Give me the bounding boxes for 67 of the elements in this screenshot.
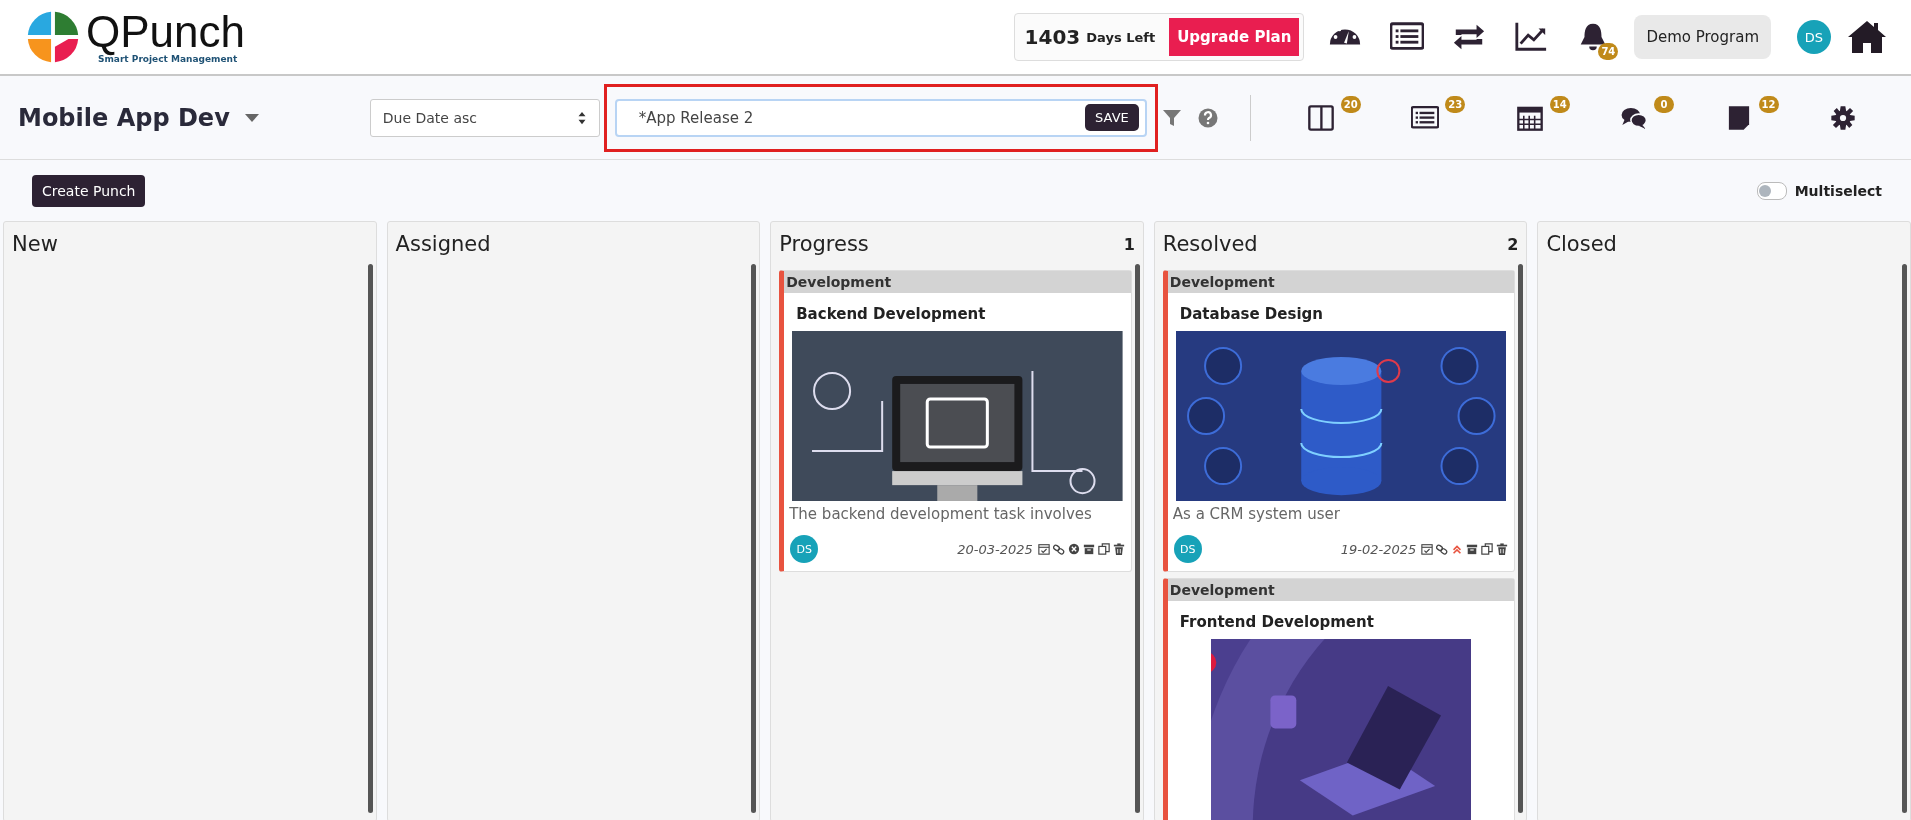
sort-select[interactable]: Due Date asc [369, 98, 600, 137]
trash-icon[interactable] [1112, 543, 1125, 555]
days-count: 1403 [1024, 24, 1081, 51]
assignee-avatar: DS [790, 535, 819, 563]
notification-badge: 74 [1598, 43, 1619, 60]
project-title: Mobile App Dev [18, 103, 230, 132]
days-label: Days Left [1086, 29, 1156, 45]
column-title: Resolved [1162, 232, 1258, 256]
card-description: As a CRM system user [1171, 504, 1341, 523]
scrollbar[interactable] [1134, 264, 1140, 813]
link-icon[interactable] [1052, 543, 1065, 555]
column-title: Assigned [395, 232, 491, 256]
program-button[interactable]: Demo Program [1634, 15, 1771, 59]
column-title: New [12, 232, 58, 256]
card-title: Frontend Development [1178, 612, 1375, 633]
count-badge: 23 [1445, 95, 1466, 113]
category-label: Development [1167, 271, 1515, 293]
copy-icon[interactable] [1097, 543, 1110, 555]
up-down-arrows-icon [576, 110, 587, 125]
home-icon[interactable] [1847, 19, 1887, 55]
logo-name: QPunch [86, 10, 245, 54]
punch-card[interactable]: Development Frontend Development [1162, 578, 1516, 820]
copy-icon[interactable] [1481, 543, 1494, 555]
caret-icon[interactable] [243, 112, 260, 123]
multiselect-toggle[interactable] [1756, 181, 1787, 200]
create-punch-button[interactable]: Create Punch [32, 174, 146, 207]
archive-icon[interactable] [1082, 543, 1095, 555]
settings-icon[interactable] [1828, 103, 1857, 132]
x-circle-icon[interactable] [1067, 543, 1080, 555]
list-icon[interactable] [1411, 103, 1440, 132]
double-chevron-up-icon[interactable] [1451, 543, 1464, 555]
scrollbar[interactable] [1901, 264, 1907, 813]
logo-tagline: Smart Project Management [98, 54, 238, 64]
category-label: Development [784, 271, 1131, 293]
scrollbar[interactable] [1518, 264, 1524, 813]
due-date: 20-03-2025 [957, 541, 1033, 557]
save-button[interactable]: SAVE [1085, 104, 1139, 131]
count-badge: 0 [1654, 95, 1675, 113]
multiselect-label: Multiselect [1794, 182, 1882, 199]
card-count: 1 [1123, 234, 1135, 254]
count-badge: 12 [1758, 95, 1779, 113]
card-count: 2 [1507, 234, 1519, 254]
card-title: Backend Development [795, 304, 987, 325]
scrollbar[interactable] [367, 264, 373, 813]
column-title: Closed [1546, 232, 1617, 256]
punch-card[interactable]: Development Database Design As a CRM system user DS 19-02-2025 [1162, 270, 1516, 572]
archive-icon[interactable] [1466, 543, 1479, 555]
trash-icon[interactable] [1496, 543, 1509, 555]
assignee-avatar: DS [1173, 535, 1202, 563]
due-date: 19-02-2025 [1340, 541, 1417, 557]
punch-card[interactable]: Development Backend Development The backend development task involves DS 20-03-2025 [779, 270, 1132, 572]
card-description: The backend development task involves [788, 504, 1093, 523]
count-badge: 20 [1340, 95, 1361, 113]
card-title: Database Design [1178, 304, 1324, 325]
filter-icon[interactable] [1161, 107, 1182, 128]
line-chart-icon[interactable] [1514, 20, 1549, 54]
category-label: Development [1167, 579, 1515, 601]
calendar-check-icon[interactable] [1037, 543, 1050, 555]
calendar-check-icon[interactable] [1421, 543, 1434, 555]
count-badge: 14 [1549, 95, 1570, 113]
link-icon[interactable] [1436, 543, 1449, 555]
upgrade-button[interactable]: Upgrade Plan [1169, 18, 1300, 56]
scrollbar[interactable] [751, 264, 757, 813]
column-title: Progress [779, 232, 869, 256]
help-icon[interactable] [1197, 107, 1218, 128]
columns-icon[interactable] [1306, 103, 1335, 132]
filter-name-field[interactable]: *App Release 2 SAVE [614, 98, 1147, 137]
